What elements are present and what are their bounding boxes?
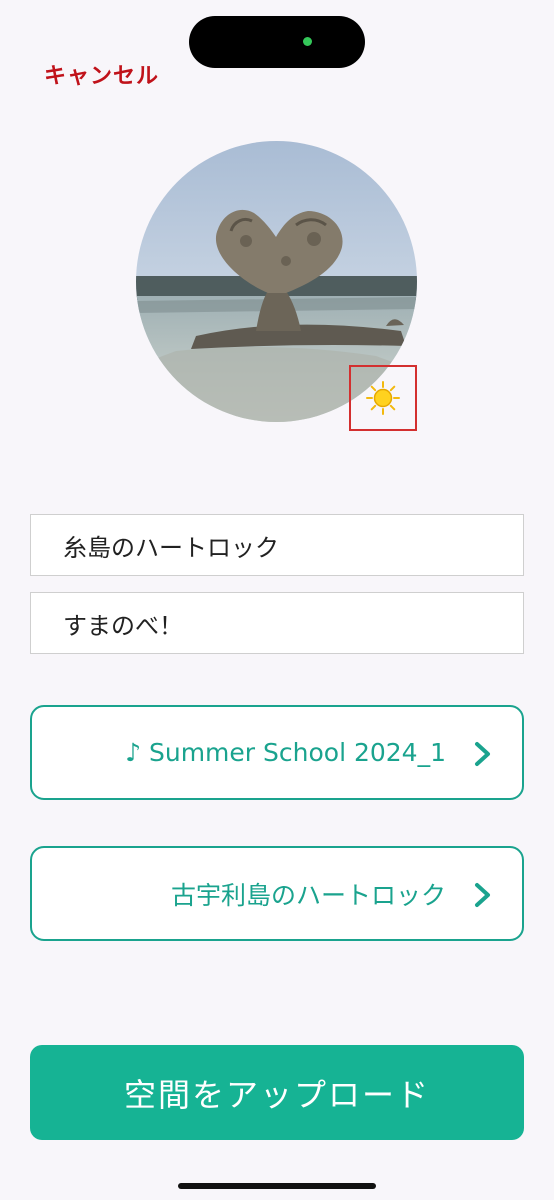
- upload-space-button[interactable]: 空間をアップロード: [30, 1045, 524, 1140]
- kouri-island-link-button[interactable]: 古宇利島のハートロック: [30, 846, 524, 941]
- space-description-field[interactable]: [30, 592, 524, 654]
- sun-icon: [366, 381, 400, 415]
- dynamic-island: [189, 16, 365, 68]
- link-label: ♪ Summer School 2024_1: [125, 738, 446, 767]
- chevron-right-icon: [475, 742, 490, 766]
- weather-selector[interactable]: [349, 365, 417, 431]
- space-title-field[interactable]: [30, 514, 524, 576]
- chevron-right-icon: [475, 883, 490, 907]
- home-indicator: [178, 1183, 376, 1189]
- camera-indicator-dot: [303, 37, 312, 46]
- summer-school-link-button[interactable]: ♪ Summer School 2024_1: [30, 705, 524, 800]
- link-label: 古宇利島のハートロック: [170, 880, 446, 910]
- cancel-button[interactable]: キャンセル: [44, 58, 159, 90]
